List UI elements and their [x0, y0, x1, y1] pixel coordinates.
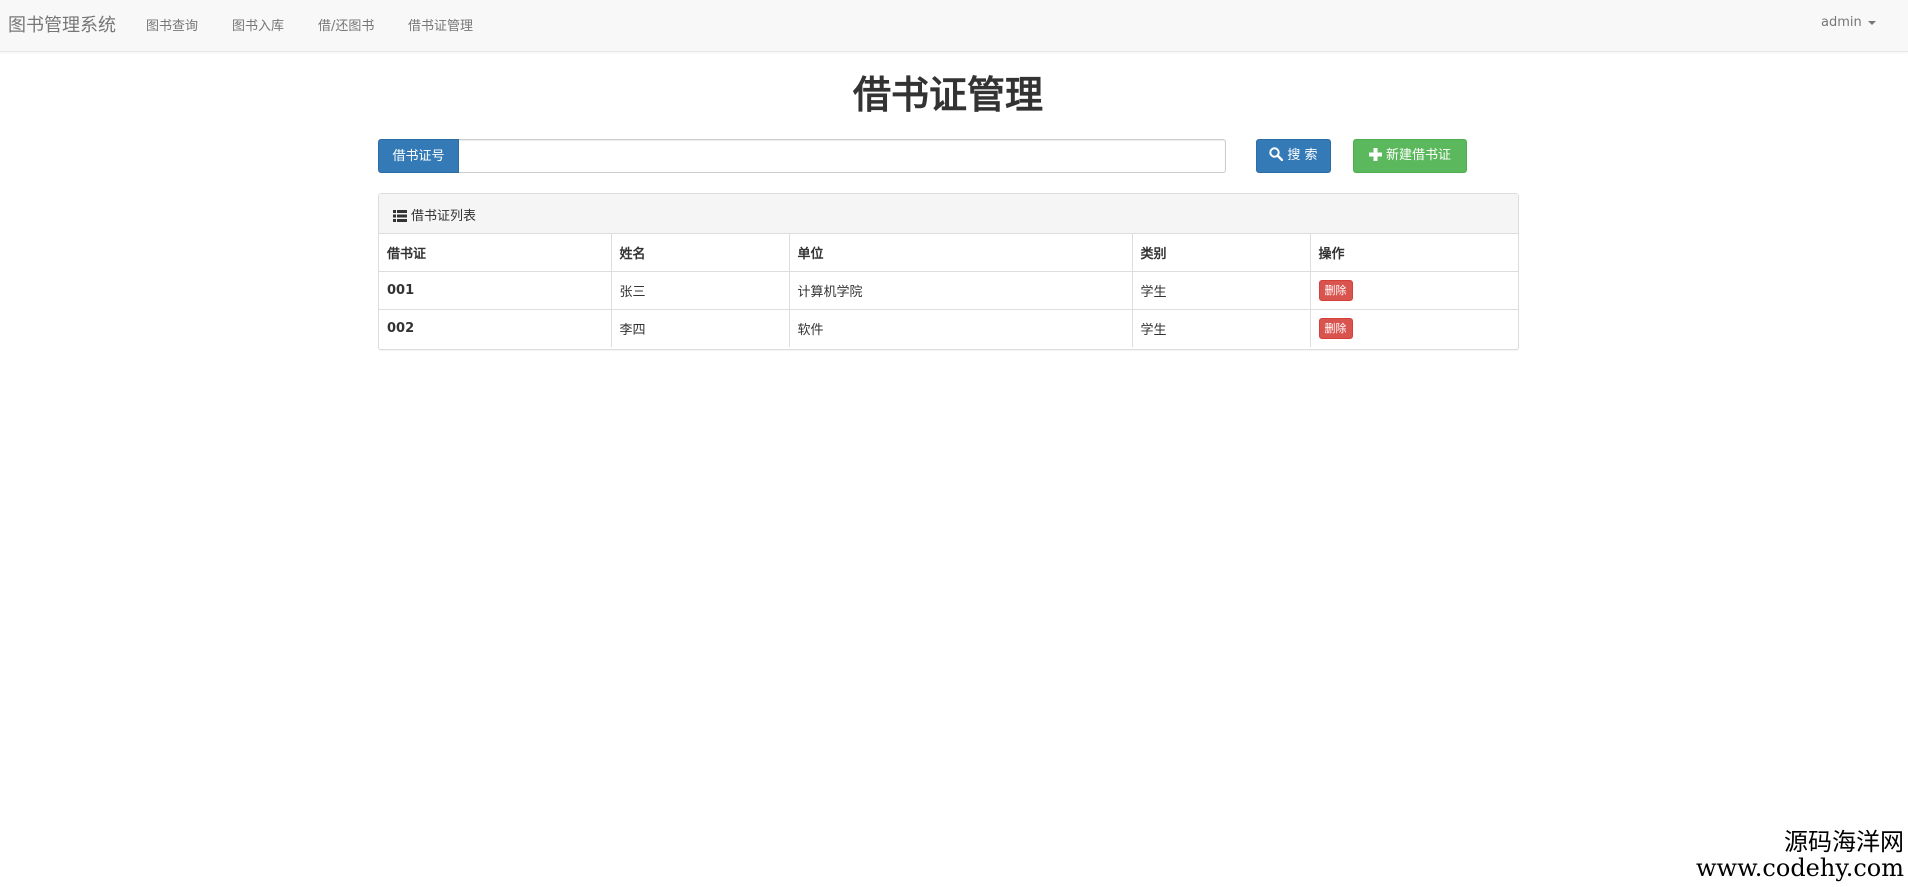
user-menu[interactable]: admin — [1821, 15, 1876, 30]
brand-link[interactable]: 图书管理系统 — [8, 11, 116, 37]
cell-category: 学生 — [1131, 270, 1310, 309]
cell-unit: 计算机学院 — [788, 270, 1132, 309]
panel-heading-label: 借书证列表 — [411, 209, 477, 224]
user-name: admin — [1821, 15, 1862, 30]
watermark-line-1: 源码海洋网 — [1784, 828, 1904, 856]
delete-button[interactable]: 删除 — [1318, 317, 1353, 339]
card-table: 借书证 姓名 单位 类别 操作 001 张三 计算机学院 学生 删除 002 李… — [379, 234, 1518, 347]
panel-heading: 借书证列表 — [379, 194, 1518, 234]
column-header-name: 姓名 — [610, 234, 789, 272]
watermark-line-2: www.codehy.com — [1696, 854, 1904, 882]
plus-icon — [1368, 148, 1382, 161]
delete-button[interactable]: 删除 — [1318, 279, 1353, 301]
nav-item-borrow-return[interactable]: 借/还图书 — [318, 15, 374, 34]
nav-item-card-management[interactable]: 借书证管理 — [408, 15, 473, 34]
nav-item-book-stock-in[interactable]: 图书入库 — [232, 15, 284, 34]
column-header-card: 借书证 — [379, 234, 611, 272]
cell-action: 删除 — [1309, 308, 1518, 347]
column-header-unit: 单位 — [788, 234, 1132, 272]
new-card-button-label: 新建借书证 — [1385, 148, 1451, 163]
table-row: 001 张三 计算机学院 学生 删除 — [379, 270, 1518, 309]
new-card-button[interactable]: 新建借书证 — [1353, 139, 1467, 173]
search-icon — [1269, 147, 1284, 162]
cell-action: 删除 — [1309, 270, 1518, 309]
column-header-action: 操作 — [1309, 234, 1518, 272]
search-button[interactable]: 搜 索 — [1256, 139, 1331, 173]
search-button-label: 搜 索 — [1287, 148, 1318, 163]
search-addon-label: 借书证号 — [378, 139, 459, 173]
cell-name: 李四 — [610, 308, 789, 347]
cell-name: 张三 — [610, 270, 789, 309]
column-header-category: 类别 — [1131, 234, 1310, 272]
cell-unit: 软件 — [788, 308, 1132, 347]
cell-card-id: 001 — [379, 270, 611, 309]
card-number-search-input[interactable] — [459, 139, 1226, 173]
page-title: 借书证管理 — [852, 73, 1043, 117]
cell-card-id: 002 — [379, 308, 611, 347]
table-header-row: 借书证 姓名 单位 类别 操作 — [379, 234, 1518, 272]
caret-down-icon — [1867, 20, 1876, 25]
nav-item-book-search[interactable]: 图书查询 — [146, 15, 198, 34]
top-navbar: 图书管理系统 图书查询 图书入库 借/还图书 借书证管理 admin — [0, 0, 1908, 52]
table-row: 002 李四 软件 学生 删除 — [379, 308, 1518, 347]
card-list-panel: 借书证列表 借书证 姓名 单位 类别 操作 001 张三 计算机学院 学生 删除 — [378, 193, 1519, 350]
cell-category: 学生 — [1131, 308, 1310, 347]
site-watermark: 源码海洋网 www.codehy.com — [1696, 829, 1904, 881]
list-icon — [393, 210, 407, 222]
